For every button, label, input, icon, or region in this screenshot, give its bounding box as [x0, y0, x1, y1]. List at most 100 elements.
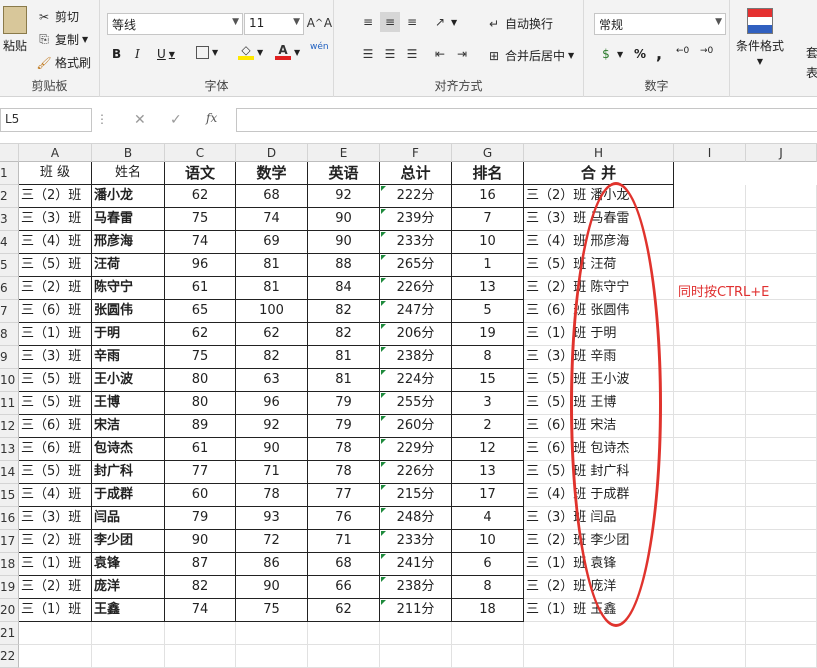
empty-cell[interactable]: [746, 622, 817, 645]
data-cell[interactable]: 7: [452, 208, 524, 231]
data-cell[interactable]: 100: [236, 300, 308, 323]
empty-cell[interactable]: [308, 645, 380, 668]
data-cell[interactable]: 三（6）班: [19, 300, 92, 323]
data-cell[interactable]: 84: [308, 277, 380, 300]
data-cell[interactable]: 62: [308, 599, 380, 622]
number-format-select[interactable]: 常规 ▼: [594, 13, 726, 35]
empty-cell[interactable]: [380, 645, 452, 668]
data-cell[interactable]: 81: [308, 346, 380, 369]
data-cell[interactable]: 三（2）班: [19, 277, 92, 300]
data-cell[interactable]: 260分: [380, 415, 452, 438]
row-header-4[interactable]: 4: [0, 231, 19, 254]
data-cell[interactable]: 89: [165, 415, 236, 438]
data-cell[interactable]: 92: [308, 185, 380, 208]
row-header-14[interactable]: 14: [0, 461, 19, 484]
empty-cell[interactable]: [165, 645, 236, 668]
row-header-18[interactable]: 18: [0, 553, 19, 576]
data-cell[interactable]: 82: [236, 346, 308, 369]
row-header-6[interactable]: 6: [0, 277, 19, 300]
data-cell[interactable]: 62: [165, 323, 236, 346]
data-cell[interactable]: 三（5）班: [19, 369, 92, 392]
empty-cell[interactable]: [19, 622, 92, 645]
data-cell[interactable]: 90: [308, 208, 380, 231]
data-cell[interactable]: 92: [236, 415, 308, 438]
data-cell[interactable]: 88: [308, 254, 380, 277]
data-cell[interactable]: 90: [236, 438, 308, 461]
empty-cell[interactable]: [674, 346, 746, 369]
column-header-h[interactable]: H: [524, 144, 674, 162]
empty-cell[interactable]: [674, 507, 746, 530]
fill-color-button[interactable]: ◇ ▼: [238, 43, 263, 60]
data-cell[interactable]: 61: [165, 277, 236, 300]
empty-cell[interactable]: [674, 323, 746, 346]
data-cell[interactable]: 62: [236, 323, 308, 346]
data-cell[interactable]: 5: [452, 300, 524, 323]
data-cell[interactable]: 闫品: [92, 507, 165, 530]
data-cell[interactable]: 63: [236, 369, 308, 392]
grow-font-button[interactable]: A ^: [307, 15, 324, 31]
data-cell[interactable]: 于明: [92, 323, 165, 346]
empty-cell[interactable]: [236, 645, 308, 668]
format-table-button[interactable]: 套 表格格: [806, 44, 817, 81]
data-cell[interactable]: 71: [308, 530, 380, 553]
column-header-f[interactable]: F: [380, 144, 452, 162]
empty-cell[interactable]: [746, 369, 817, 392]
header-cell-b[interactable]: 姓名: [92, 162, 165, 185]
align-right-button[interactable]: ☰: [404, 46, 420, 62]
currency-button[interactable]: $ ▼: [598, 46, 623, 62]
header-cell-h[interactable]: 合 并: [524, 162, 674, 185]
data-cell[interactable]: 12: [452, 438, 524, 461]
empty-cell[interactable]: [92, 622, 165, 645]
insert-function-button[interactable]: fx: [206, 111, 217, 125]
data-cell[interactable]: 王博: [92, 392, 165, 415]
data-cell[interactable]: 226分: [380, 461, 452, 484]
data-cell[interactable]: 81: [236, 277, 308, 300]
data-cell[interactable]: 三（2）班: [19, 576, 92, 599]
empty-cell[interactable]: [524, 622, 674, 645]
data-cell[interactable]: 222分: [380, 185, 452, 208]
column-header-e[interactable]: E: [308, 144, 380, 162]
header-cell-g[interactable]: 排名: [452, 162, 524, 185]
empty-cell[interactable]: [674, 438, 746, 461]
font-color-button[interactable]: A ▼: [275, 43, 300, 60]
data-cell[interactable]: 三（2）班: [19, 530, 92, 553]
empty-cell[interactable]: [674, 622, 746, 645]
percent-button[interactable]: %: [634, 47, 646, 61]
phonetic-button[interactable]: wén: [310, 42, 329, 52]
data-cell[interactable]: 陈守宁: [92, 277, 165, 300]
data-cell[interactable]: 13: [452, 277, 524, 300]
empty-cell[interactable]: [674, 231, 746, 254]
data-cell[interactable]: 74: [165, 599, 236, 622]
data-cell[interactable]: 239分: [380, 208, 452, 231]
format-painter-button[interactable]: 🖌 格式刷: [36, 54, 91, 71]
data-cell[interactable]: 79: [308, 392, 380, 415]
data-cell[interactable]: 三（1）班: [19, 553, 92, 576]
empty-cell[interactable]: [674, 185, 746, 208]
increase-decimal-button[interactable]: ←0: [676, 46, 689, 56]
data-cell[interactable]: 96: [165, 254, 236, 277]
row-header-3[interactable]: 3: [0, 208, 19, 231]
data-cell[interactable]: 张圆伟: [92, 300, 165, 323]
data-cell[interactable]: 三（4）班: [19, 484, 92, 507]
empty-cell[interactable]: [674, 599, 746, 622]
conditional-format-button[interactable]: 条件格式 ▼: [736, 8, 784, 66]
data-cell[interactable]: 86: [236, 553, 308, 576]
empty-cell[interactable]: [746, 461, 817, 484]
data-cell[interactable]: 79: [308, 415, 380, 438]
data-cell[interactable]: 66: [308, 576, 380, 599]
data-cell[interactable]: 82: [308, 323, 380, 346]
data-cell[interactable]: 255分: [380, 392, 452, 415]
data-cell[interactable]: 邢彦海: [92, 231, 165, 254]
data-cell[interactable]: 238分: [380, 576, 452, 599]
data-cell[interactable]: 6: [452, 553, 524, 576]
data-cell[interactable]: 68: [236, 185, 308, 208]
row-header-15[interactable]: 15: [0, 484, 19, 507]
empty-cell[interactable]: [746, 484, 817, 507]
row-header-11[interactable]: 11: [0, 392, 19, 415]
data-cell[interactable]: 90: [165, 530, 236, 553]
data-cell[interactable]: 76: [308, 507, 380, 530]
empty-cell[interactable]: [746, 438, 817, 461]
data-cell[interactable]: 75: [165, 346, 236, 369]
empty-cell[interactable]: [746, 254, 817, 277]
data-cell[interactable]: 81: [236, 254, 308, 277]
